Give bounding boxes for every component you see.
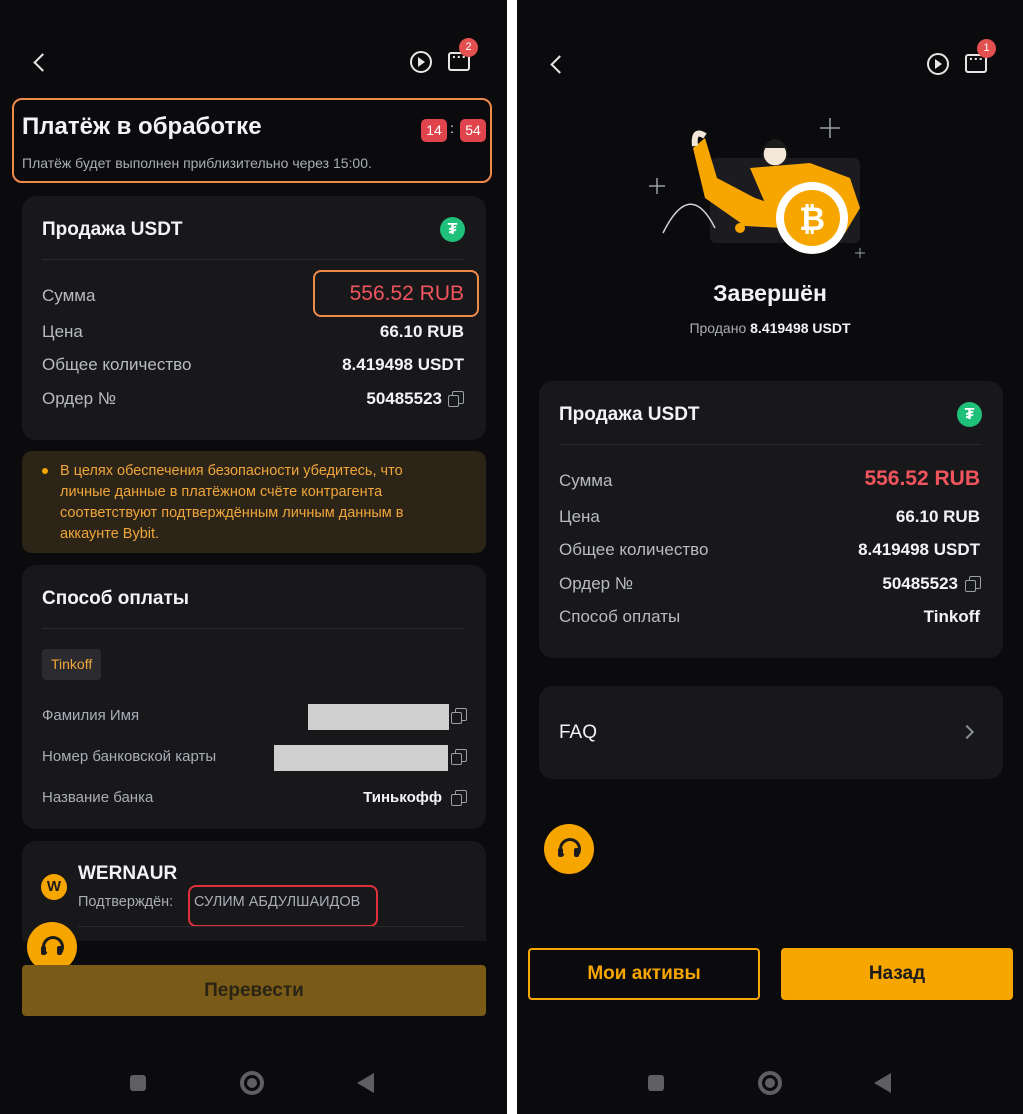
home-icon[interactable] [758, 1071, 782, 1095]
back-button[interactable]: Назад [781, 948, 1013, 1000]
price-value: 66.10 RUB [895, 507, 980, 526]
headset-icon-right [574, 848, 579, 857]
payment-card-title: Способ оплаты [42, 588, 189, 609]
home-icon[interactable] [240, 1071, 264, 1095]
quantity-label: Общее количество [559, 540, 709, 559]
verified-name: СУЛИМ АБДУЛШАИДОВ [194, 894, 361, 910]
full-name-label: Фамилия Имя [42, 707, 140, 724]
notice-bullet-icon [42, 468, 48, 474]
sold-summary: Продано 8.419498 USDT [517, 320, 1023, 336]
my-assets-button[interactable]: Мои активы [528, 948, 760, 1000]
left-screen: 2 Платёж в обработке 14 : 54 Платёж буде… [0, 0, 507, 1114]
copy-icon[interactable] [451, 708, 467, 724]
order-card-divider [42, 259, 464, 260]
order-card-divider [559, 444, 981, 445]
payment-card-divider [42, 628, 464, 629]
timer-minutes: 14 [421, 119, 447, 142]
copy-icon[interactable] [451, 749, 467, 765]
page-title: Платёж в обработке [22, 113, 262, 140]
merchant-name[interactable]: WERNAUR [78, 863, 177, 885]
right-screen: 1 ₿ Завершён Продано 8.419498 USDT Прода… [517, 0, 1023, 1114]
price-label: Цена [42, 322, 83, 341]
recent-apps-icon[interactable] [648, 1075, 664, 1091]
full-name-redacted [308, 704, 449, 730]
card-number-label: Номер банковской карты [42, 748, 217, 765]
quantity-value: 8.419498 USDT [858, 540, 980, 559]
order-card-title: Продажа USDT [559, 404, 700, 425]
bank-name-value: Тинькофф [363, 789, 442, 806]
merchant-divider [78, 926, 464, 927]
timer-seconds: 54 [460, 119, 486, 142]
completion-illustration: ₿ [649, 118, 865, 258]
amount-label: Сумма [42, 286, 96, 305]
copy-icon[interactable] [451, 790, 467, 806]
card-number-redacted [274, 745, 448, 771]
payment-method-tag: Tinkoff [42, 649, 102, 680]
order-card-title: Продажа USDT [42, 219, 183, 240]
payment-method-value: Tinkoff [923, 607, 980, 626]
usdt-coin-icon: ₮ [440, 217, 465, 242]
quantity-label: Общее количество [42, 355, 192, 374]
play-video-icon[interactable] [927, 53, 949, 75]
status-title: Завершён [713, 280, 827, 306]
chat-badge: 2 [459, 38, 478, 57]
order-number-value: 50485523 [366, 389, 442, 408]
price-value: 66.10 RUB [379, 322, 464, 341]
price-label: Цена [559, 507, 600, 526]
system-back-icon[interactable] [874, 1073, 891, 1093]
transfer-button[interactable]: Перевести [22, 965, 486, 1016]
svg-text:₿: ₿ [799, 200, 825, 238]
headset-icon-left [41, 946, 46, 955]
back-arrow-icon[interactable] [550, 55, 569, 74]
headset-icon-right [57, 946, 62, 955]
amount-label: Сумма [559, 471, 613, 490]
back-arrow-icon[interactable] [33, 53, 52, 72]
usdt-coin-icon: ₮ [957, 402, 982, 427]
order-number-label: Ордер № [559, 574, 634, 593]
headset-icon-left [558, 848, 563, 857]
status-subtitle: Платёж будет выполнен приблизительно чер… [22, 155, 372, 171]
notice-text: В целях обеспечения безопасности убедите… [60, 463, 404, 542]
timer-separator: : [450, 120, 454, 136]
sold-value: 8.419498 USDT [750, 320, 851, 336]
amount-value: 556.52 RUB [864, 467, 980, 490]
sold-label: Продано [689, 320, 747, 336]
chat-badge: 1 [977, 39, 996, 58]
copy-icon[interactable] [448, 391, 464, 407]
amount-value: 556.52 RUB [349, 282, 464, 305]
system-back-icon[interactable] [357, 1073, 374, 1093]
verified-label: Подтверждён: [78, 894, 174, 910]
merchant-avatar: W [41, 874, 67, 900]
faq-label: FAQ [559, 722, 598, 743]
bank-name-label: Название банка [42, 789, 154, 806]
support-headset-button[interactable] [544, 824, 594, 874]
payment-method-label: Способ оплаты [559, 607, 681, 626]
order-number-value: 50485523 [882, 574, 958, 593]
copy-icon[interactable] [965, 576, 981, 592]
recent-apps-icon[interactable] [130, 1075, 146, 1091]
order-number-label: Ордер № [42, 389, 117, 408]
faq-card[interactable] [539, 686, 1003, 779]
play-video-icon[interactable] [410, 51, 432, 73]
quantity-value: 8.419498 USDT [342, 355, 464, 374]
